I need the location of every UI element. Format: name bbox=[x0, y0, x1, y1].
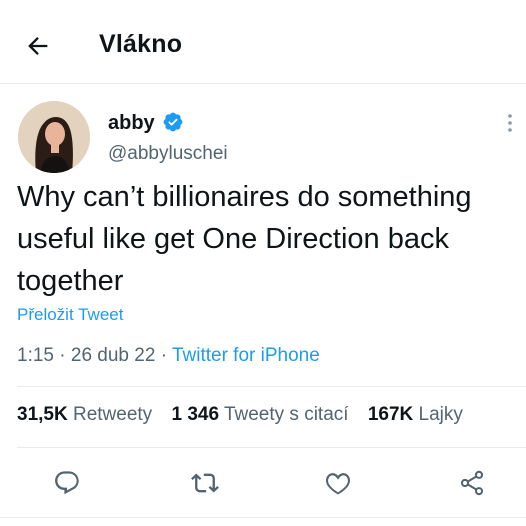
share-button[interactable] bbox=[455, 466, 489, 500]
retweet-button[interactable] bbox=[188, 466, 222, 500]
tweet-date[interactable]: 26 dub 22 bbox=[71, 345, 156, 366]
retweets-stat[interactable]: 31,5K Retweety bbox=[17, 404, 152, 425]
divider bbox=[17, 447, 526, 448]
avatar[interactable] bbox=[18, 101, 90, 173]
quotes-count: 1 346 bbox=[171, 404, 220, 425]
back-button[interactable] bbox=[18, 28, 58, 64]
retweets-label: Retweety bbox=[72, 404, 153, 425]
tweet-text: Why can’t billionaires do something usef… bbox=[17, 181, 472, 297]
tweet-source-link[interactable]: Twitter for iPhone bbox=[172, 345, 320, 366]
tweet-meta: 1:15 · 26 dub 22 · Twitter for iPhone bbox=[17, 345, 320, 367]
quotes-label: Tweety s citací bbox=[223, 404, 349, 425]
thread-header: Vlákno bbox=[0, 0, 526, 84]
more-vertical-icon bbox=[508, 114, 512, 132]
author-handle[interactable]: @abbyluschei bbox=[108, 143, 228, 165]
like-icon bbox=[326, 473, 351, 495]
verified-badge-icon bbox=[163, 112, 183, 132]
retweet-icon bbox=[191, 473, 219, 493]
tweet-actions bbox=[0, 456, 526, 508]
meta-separator: · bbox=[160, 345, 168, 366]
share-icon bbox=[460, 470, 484, 496]
like-button[interactable] bbox=[321, 466, 355, 500]
likes-count: 167K bbox=[367, 404, 414, 425]
arrow-left-icon bbox=[28, 37, 48, 55]
page-title: Vlákno bbox=[99, 30, 183, 58]
retweets-count: 31,5K bbox=[17, 404, 68, 425]
likes-label: Lajky bbox=[418, 404, 463, 425]
author-name[interactable]: abby bbox=[108, 112, 155, 135]
tweet-stats: 31,5K Retweety 1 346 Tweety s citací 167… bbox=[17, 404, 477, 426]
divider bbox=[17, 386, 526, 387]
meta-separator: · bbox=[59, 345, 66, 366]
reply-icon bbox=[55, 471, 79, 495]
likes-stat[interactable]: 167K Lajky bbox=[368, 404, 463, 425]
divider bbox=[0, 517, 526, 518]
tweet-time[interactable]: 1:15 bbox=[17, 345, 54, 366]
more-options-button[interactable] bbox=[498, 112, 522, 134]
translate-tweet-link[interactable]: Přeložit Tweet bbox=[17, 305, 123, 325]
quotes-stat[interactable]: 1 346 Tweety s citací bbox=[171, 404, 348, 425]
reply-button[interactable] bbox=[50, 466, 84, 500]
